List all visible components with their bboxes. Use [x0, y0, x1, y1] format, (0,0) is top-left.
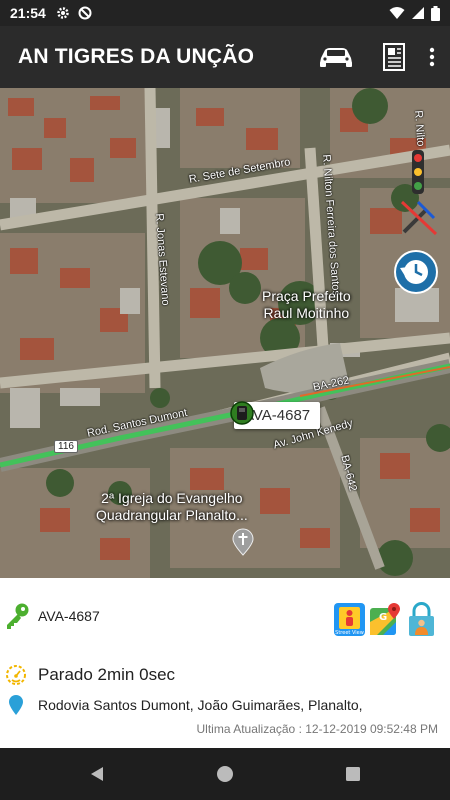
street-view-button[interactable]: Street View	[333, 602, 366, 637]
lock-user-icon	[409, 602, 434, 636]
street-label-nilto: R. Nilto	[412, 110, 427, 147]
last-update-time: Ultima Atualização : 12-12-2019 09:52:48…	[196, 722, 438, 736]
address-row: Rodovia Santos Dumont, João Guimarães, P…	[0, 694, 363, 716]
system-navigation-bar	[0, 748, 450, 800]
newspaper-icon	[383, 43, 405, 71]
satellite-map[interactable]: R. Sete de Setembro R. Jonas Estevano R.…	[0, 88, 450, 578]
clock: 21:54	[10, 5, 46, 21]
app-title: AN TIGRES DA UNÇÃO	[18, 45, 255, 68]
plate-number: AVA-4687	[38, 608, 100, 624]
google-maps-button[interactable]: G	[369, 602, 402, 637]
location-pin-icon	[9, 695, 23, 715]
wifi-icon	[389, 7, 405, 19]
place-label-praca[interactable]: Praça Prefeito Raul Moitinho	[262, 288, 351, 322]
back-icon[interactable]	[88, 765, 106, 783]
street-view-icon: Street View	[334, 603, 365, 636]
app-toolbar: AN TIGRES DA UNÇÃO	[0, 26, 450, 88]
recents-icon[interactable]	[344, 765, 362, 783]
place-label-igreja[interactable]: 2ª Igreja do Evangelho Quadrangular Plan…	[96, 490, 248, 524]
system-status-bar: 21:54	[0, 0, 450, 26]
home-icon[interactable]	[216, 765, 234, 783]
vehicle-info-panel: AVA-4687 Street View G Parado 2min 0sec …	[0, 578, 450, 748]
route-shield-116: 116	[54, 440, 78, 453]
route-off-icon[interactable]	[398, 196, 440, 238]
speedometer-icon	[6, 665, 26, 685]
overflow-menu-button[interactable]	[420, 35, 444, 79]
vehicle-list-button[interactable]	[314, 35, 358, 79]
vehicle-marker-icon[interactable]	[230, 401, 254, 425]
more-vert-icon	[429, 47, 435, 67]
key-icon	[7, 603, 29, 629]
settings-gear-icon	[57, 7, 69, 19]
lock-vehicle-button[interactable]	[405, 602, 438, 637]
vehicle-address: Rodovia Santos Dumont, João Guimarães, P…	[38, 697, 363, 713]
signal-icon	[412, 7, 424, 19]
plate-row: AVA-4687	[0, 602, 100, 630]
street-view-caption: Street View	[335, 630, 364, 636]
status-row: Parado 2min 0sec	[0, 664, 175, 686]
google-maps-icon: G	[370, 603, 400, 635]
vehicle-status: Parado 2min 0sec	[38, 665, 176, 684]
car-icon	[320, 48, 352, 67]
data-saver-icon	[78, 6, 92, 20]
battery-icon	[431, 5, 440, 21]
place-pin-icon	[232, 528, 254, 556]
report-button[interactable]	[372, 35, 416, 79]
history-playback-icon[interactable]	[392, 248, 440, 296]
svg-text:G: G	[379, 612, 387, 623]
